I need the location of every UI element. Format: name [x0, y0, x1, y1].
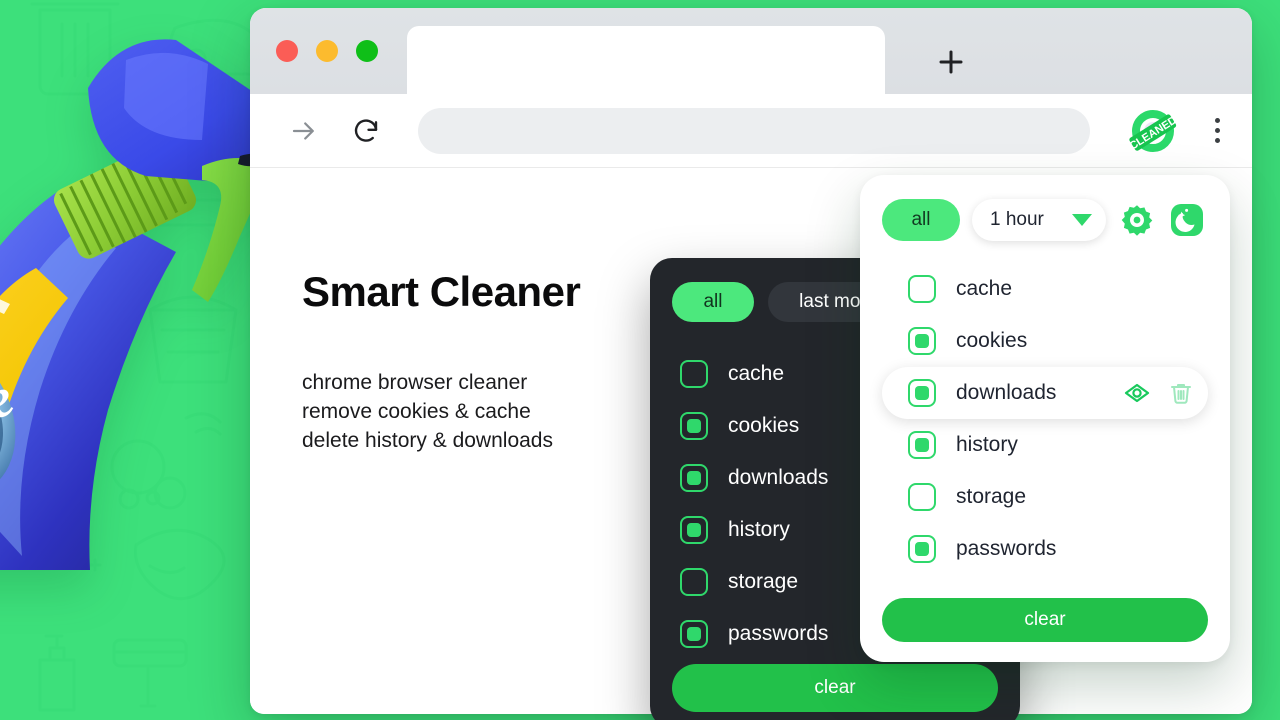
checkbox-history[interactable]: [680, 516, 708, 544]
list-item-label: cookies: [956, 329, 1028, 352]
list-item-label: storage: [956, 485, 1027, 508]
chevron-down-icon: [1072, 214, 1092, 226]
list-item-label: downloads: [956, 381, 1057, 404]
checkbox-downloads[interactable]: [908, 379, 936, 407]
checkbox-storage[interactable]: [908, 483, 936, 511]
close-window-button[interactable]: [276, 40, 298, 62]
row-actions: [1122, 378, 1196, 408]
list-item-label: passwords: [728, 622, 829, 645]
checkbox-downloads[interactable]: [680, 464, 708, 492]
maximize-window-button[interactable]: [356, 40, 378, 62]
list-item-label: cache: [728, 362, 785, 385]
night-mode-button[interactable]: [1168, 201, 1206, 239]
list-item-label: storage: [728, 570, 799, 593]
list-item-label: passwords: [956, 537, 1057, 560]
checkbox-cache[interactable]: [680, 360, 708, 388]
checkbox-cookies[interactable]: [680, 412, 708, 440]
list-item-label: cookies: [728, 414, 800, 437]
time-range-value: 1 hour: [990, 209, 1044, 230]
dark-clear-button[interactable]: clear: [672, 664, 998, 712]
checkbox-passwords[interactable]: [680, 620, 708, 648]
address-bar[interactable]: [418, 107, 1090, 154]
kebab-dot: [1214, 118, 1220, 123]
browser-toolbar: CLEANED: [250, 94, 1252, 168]
forward-button[interactable]: [284, 111, 324, 151]
checkbox-cookies[interactable]: [908, 327, 936, 355]
list-item-label: downloads: [728, 466, 829, 489]
dark-scope-chip-all[interactable]: all: [672, 282, 754, 322]
browser-tab[interactable]: [407, 26, 885, 94]
light-scope-chip-all[interactable]: all: [882, 199, 960, 241]
browser-menu-button[interactable]: [1200, 108, 1234, 154]
cleaned-extension-badge[interactable]: CLEANED: [1128, 106, 1178, 156]
arrow-right-icon: [292, 121, 314, 140]
list-item[interactable]: cache: [882, 263, 1208, 315]
settings-button[interactable]: [1118, 201, 1156, 239]
light-extension-popup: all 1 hour cache cookies downloads histo…: [860, 175, 1230, 662]
minimize-window-button[interactable]: [316, 40, 338, 62]
list-item-label: history: [728, 518, 790, 541]
list-item-label: history: [956, 433, 1018, 456]
trash-icon: [1171, 384, 1191, 404]
plus-icon: [939, 50, 963, 74]
list-item[interactable]: history: [882, 419, 1208, 471]
light-popup-toolbar: all 1 hour: [882, 199, 1208, 241]
list-item-downloads[interactable]: downloads: [882, 367, 1208, 419]
list-item[interactable]: storage: [882, 471, 1208, 523]
checkbox-cache[interactable]: [908, 275, 936, 303]
screenshot-root: dge er: [0, 0, 1280, 720]
window-controls: [276, 40, 378, 62]
delete-button[interactable]: [1166, 378, 1196, 408]
eye-icon: [1124, 383, 1150, 403]
checkbox-history[interactable]: [908, 431, 936, 459]
checkbox-passwords[interactable]: [908, 535, 936, 563]
preview-button[interactable]: [1122, 378, 1152, 408]
cleaned-stamp-icon: CLEANED: [1128, 109, 1178, 152]
kebab-dot: [1214, 138, 1220, 143]
kebab-dot: [1214, 128, 1220, 133]
time-range-select[interactable]: 1 hour: [972, 199, 1106, 241]
new-tab-button[interactable]: [925, 36, 977, 88]
address-input[interactable]: [418, 107, 1090, 154]
gear-icon: [1121, 205, 1153, 236]
list-item[interactable]: passwords: [882, 523, 1208, 575]
checkbox-storage[interactable]: [680, 568, 708, 596]
reload-button[interactable]: [346, 111, 386, 151]
light-clear-button[interactable]: clear: [882, 598, 1208, 642]
moon-icon: [1171, 204, 1203, 236]
list-item[interactable]: cookies: [882, 315, 1208, 367]
list-item-label: cache: [956, 277, 1013, 300]
reload-icon: [354, 118, 378, 142]
tab-strip: [250, 8, 1252, 94]
light-item-list: cache cookies downloads history storage …: [882, 263, 1208, 575]
